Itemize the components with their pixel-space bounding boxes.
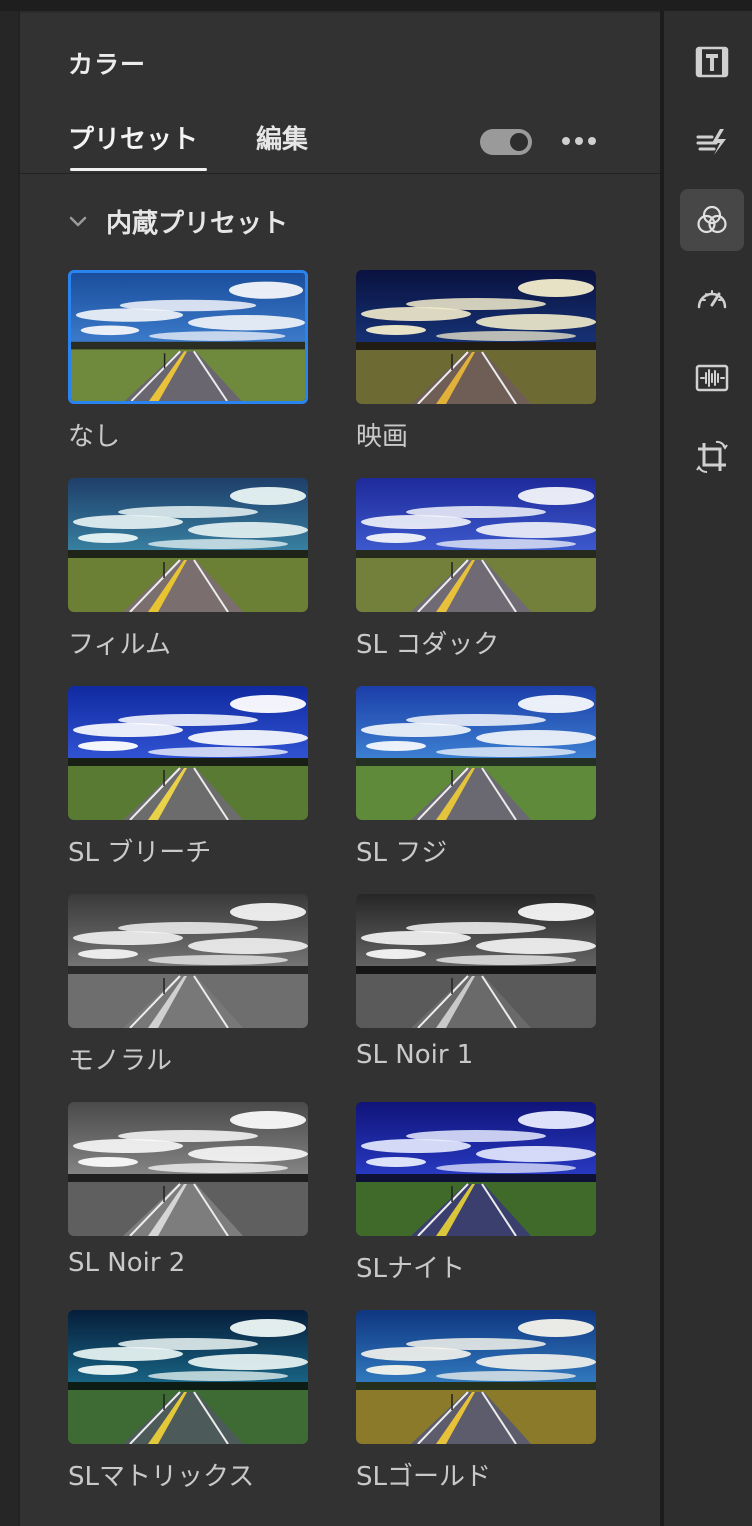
preset-label: SL コダック bbox=[356, 630, 500, 660]
preset-item[interactable]: なし bbox=[68, 270, 308, 453]
preset-thumbnail bbox=[68, 894, 308, 1028]
tab-edit[interactable]: 編集 bbox=[256, 119, 308, 156]
preset-thumbnail bbox=[68, 1310, 308, 1444]
preset-label: SL Noir 1 bbox=[356, 1040, 474, 1070]
transition-icon[interactable] bbox=[680, 110, 744, 172]
tab-bar-divider bbox=[20, 173, 660, 174]
top-window-strip bbox=[0, 0, 752, 11]
preset-thumbnail bbox=[356, 1310, 596, 1444]
speedometer-icon[interactable] bbox=[680, 268, 744, 330]
preset-thumbnail bbox=[356, 686, 596, 820]
preset-item[interactable]: SL Noir 1 bbox=[356, 894, 596, 1070]
preset-thumbnail bbox=[356, 894, 596, 1028]
preset-label: SLゴールド bbox=[356, 1462, 491, 1492]
preset-item[interactable]: SL フジ bbox=[356, 686, 596, 869]
preset-thumbnail bbox=[68, 270, 308, 404]
builtin-presets-header[interactable]: 内蔵プリセット bbox=[66, 203, 288, 239]
title-text-icon[interactable] bbox=[680, 31, 744, 93]
preset-thumbnail bbox=[356, 1102, 596, 1236]
preset-thumbnail bbox=[356, 270, 596, 404]
preset-item[interactable]: 映画 bbox=[356, 270, 596, 453]
more-dots-icon[interactable] bbox=[562, 132, 602, 150]
preset-thumbnail bbox=[356, 478, 596, 612]
panel-title: カラー bbox=[68, 50, 147, 79]
preset-thumbnail bbox=[68, 686, 308, 820]
section-label: 内蔵プリセット bbox=[106, 208, 289, 239]
preset-label: モノラル bbox=[68, 1046, 173, 1076]
preset-label: SL Noir 2 bbox=[68, 1248, 186, 1278]
preset-label: SL フジ bbox=[356, 838, 448, 868]
tab-presets[interactable]: プリセット bbox=[68, 119, 198, 156]
preset-label: フィルム bbox=[68, 630, 171, 660]
active-tab-indicator bbox=[70, 168, 207, 171]
preset-thumbnail bbox=[68, 478, 308, 612]
preset-item[interactable]: SLゴールド bbox=[356, 1310, 596, 1493]
chevron-down-icon bbox=[69, 216, 87, 227]
preset-label: SL ブリーチ bbox=[68, 838, 212, 868]
right-tool-rail bbox=[664, 11, 752, 1526]
preset-item[interactable]: フィルム bbox=[68, 478, 308, 661]
audio-waveform-icon[interactable] bbox=[680, 347, 744, 409]
toggle-knob bbox=[510, 133, 528, 151]
preset-label: SLナイト bbox=[356, 1254, 465, 1284]
preview-toggle[interactable] bbox=[480, 129, 532, 155]
preset-thumbnail bbox=[68, 1102, 308, 1236]
preset-item[interactable]: SL コダック bbox=[356, 478, 596, 661]
preset-item[interactable]: SL ブリーチ bbox=[68, 686, 308, 869]
crop-rotate-icon[interactable] bbox=[680, 426, 744, 488]
left-edge-strip bbox=[0, 11, 20, 1526]
preset-item[interactable]: SLマトリックス bbox=[68, 1310, 308, 1493]
preset-label: 映画 bbox=[356, 422, 409, 452]
color-circles-icon[interactable] bbox=[680, 189, 744, 251]
preset-item[interactable]: モノラル bbox=[68, 894, 308, 1077]
preset-item[interactable]: SLナイト bbox=[356, 1102, 596, 1285]
color-panel: カラー プリセット 編集 内蔵プリセット なし 映画 フィルム SL コダック … bbox=[20, 13, 660, 1526]
preset-label: なし bbox=[68, 422, 121, 452]
preset-label: SLマトリックス bbox=[68, 1462, 255, 1492]
preset-item[interactable]: SL Noir 2 bbox=[68, 1102, 308, 1278]
